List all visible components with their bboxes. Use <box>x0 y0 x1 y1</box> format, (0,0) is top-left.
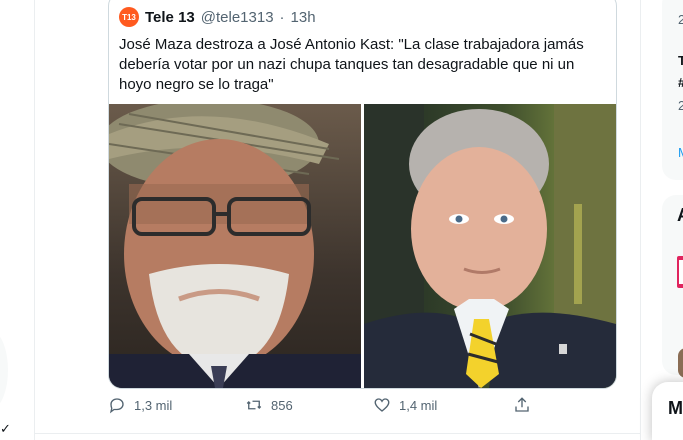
quoted-tweet-time[interactable]: 13h <box>291 9 316 26</box>
heart-icon <box>374 398 390 412</box>
suggested-account-avatar-2[interactable] <box>678 348 683 378</box>
tweet-actions: 1,3 mil 856 1,4 mil <box>108 396 538 422</box>
messages-drawer-title: M <box>668 398 683 418</box>
trend-partial-2[interactable]: T <box>678 53 683 68</box>
tweet-bottom-divider <box>34 433 640 434</box>
trend-partial-3[interactable]: # <box>678 75 683 90</box>
quoted-tweet-header: T13 Tele 13 @tele1313 · 13h <box>119 7 316 27</box>
quoted-tweet-handle[interactable]: @tele1313 <box>201 9 274 26</box>
sidebar-heading: A <box>677 205 683 226</box>
photo-jose-maza-illustration <box>109 104 361 388</box>
photo-jose-maza[interactable] <box>109 104 361 388</box>
quoted-tweet-card[interactable]: T13 Tele 13 @tele1313 · 13h José Maza de… <box>108 0 617 389</box>
left-rail-avatar[interactable] <box>0 330 8 410</box>
reply-count: 1,3 mil <box>134 397 173 413</box>
quoted-tweet-name[interactable]: Tele 13 <box>145 9 195 26</box>
reply-icon <box>109 398 124 414</box>
separator-dot: · <box>279 8 285 26</box>
quoted-tweet-text: José Maza destroza a José Antonio Kast: … <box>119 36 584 93</box>
tele13-avatar[interactable]: T13 <box>119 7 139 27</box>
tweet-media[interactable] <box>109 104 616 388</box>
checkmark-icon: ✓ <box>0 421 11 436</box>
messages-drawer[interactable]: M <box>652 382 683 440</box>
feed-left-divider <box>34 0 35 440</box>
retweet-button[interactable]: 856 <box>245 396 293 414</box>
suggested-account-avatar[interactable] <box>677 256 683 288</box>
reply-button[interactable]: 1,3 mil <box>108 396 172 414</box>
photo-kast-illustration <box>364 104 616 388</box>
like-button[interactable]: 1,4 mil <box>373 396 437 414</box>
retweet-icon <box>246 400 262 410</box>
show-more-link[interactable]: M <box>678 145 683 160</box>
trend-partial-4: 2 <box>678 98 683 113</box>
photo-jose-antonio-kast[interactable] <box>364 104 616 388</box>
share-icon <box>515 397 529 412</box>
trend-partial-1[interactable]: 2 <box>678 12 683 27</box>
share-button[interactable] <box>513 396 531 414</box>
like-count: 1,4 mil <box>399 397 438 413</box>
retweet-count: 856 <box>271 397 293 413</box>
